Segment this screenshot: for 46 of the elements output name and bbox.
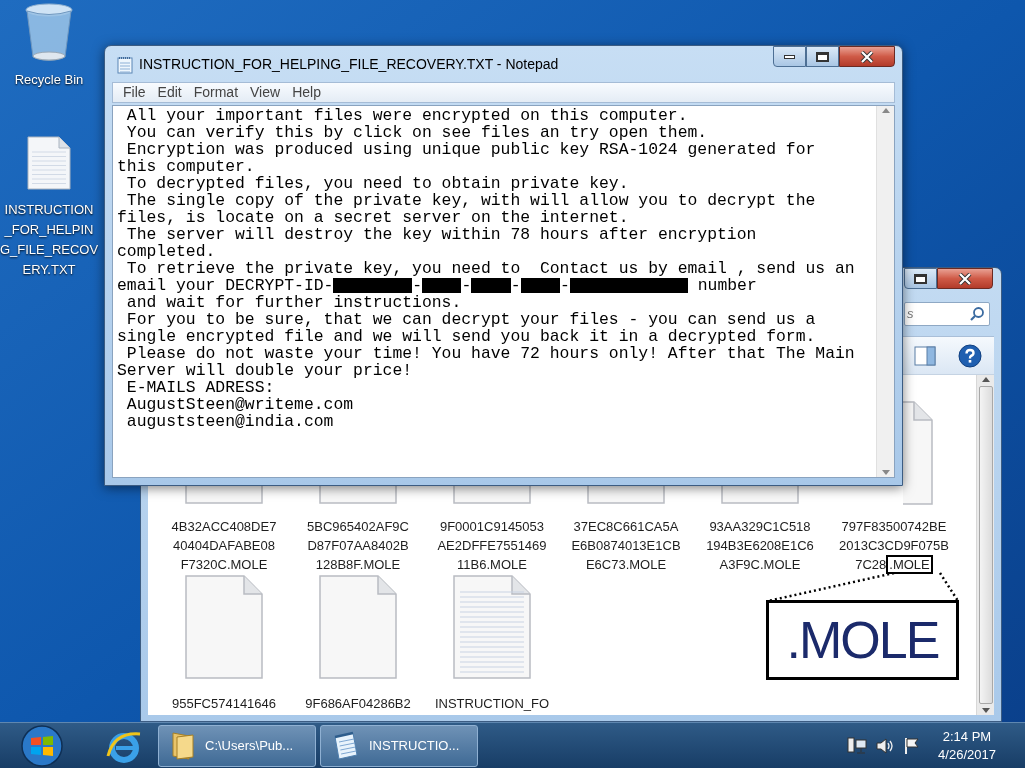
note-text: completed.	[117, 243, 216, 260]
menu-item[interactable]: Format	[187, 82, 245, 103]
taskbar-button[interactable]: C:\Users\Pub...	[158, 724, 316, 767]
note-text: auguststeen@india.com	[125, 413, 334, 430]
file-name[interactable]: 5BC965402AF9C D87F07AA8402B 128B8F.MOLE	[307, 517, 409, 574]
note-text: -	[510, 277, 521, 294]
magnified-text: .MOLE	[766, 600, 959, 680]
menu-item[interactable]: View	[244, 82, 287, 103]
note-text: AugustSteen@writeme.com	[125, 396, 354, 413]
note-text: To decrypted files, you need to obtain private key.	[125, 175, 629, 192]
desktop-icon-label[interactable]: INSTRUCTION _FOR_HELPIN G_FILE_RECOV ERY.TXT	[0, 200, 99, 280]
file-name[interactable]: 4B32ACC408DE7 40404DAFABE08 F7320C.MOLE	[171, 517, 277, 574]
note-text: number	[696, 277, 757, 294]
note-text: Encryption was produced using unique public key RSA-1024 generated for	[125, 141, 816, 158]
file-name[interactable]: 9F686AF04286B2	[305, 694, 411, 713]
note-text: To retrieve the private key, you need to Contact us by email , send us an	[125, 260, 855, 277]
note-text: and wait for further instructions.	[125, 294, 462, 311]
desktop-icon-label[interactable]: Recycle Bin	[14, 70, 84, 90]
note-text: All your important files were encrypted on this computer.	[125, 107, 688, 124]
note-text: -	[412, 277, 423, 294]
file-name[interactable]: 9F0001C9145053 AE2DFFE7551469 11B6.MOLE	[437, 517, 547, 574]
menu-item[interactable]: Edit	[151, 82, 188, 103]
file-name[interactable]: 797F83500742BE 2013C3CD9F075B 7C28 .MOLE	[839, 517, 949, 574]
file-name[interactable]: 37EC8C661CA5A E6B0874013E1CB E6C73.MOLE	[571, 517, 681, 574]
note-text: E-MAILS ADRESS:	[125, 379, 275, 396]
note-text: You can verify this by click on see files an try open them.	[125, 124, 708, 141]
note-text: For you to be sure, that we can decrypt your files - you can send us a	[125, 311, 816, 328]
menu-item[interactable]: File	[117, 82, 152, 103]
window-title: INSTRUCTION_FOR_HELPING_FILE_RECOVERY.TXT - Notepad	[139, 55, 559, 74]
note-text: The server will destroy the key within 78 hours after encryption	[125, 226, 757, 243]
note-text: The single copy of the private key, with will allow you to decrypt the	[125, 192, 816, 209]
note-text: this computer.	[117, 158, 255, 175]
note-text: files, is locate on a secret server on the internet.	[117, 209, 629, 226]
note-text: Server will double your price!	[117, 362, 413, 379]
note-text: Please do not waste your time! You have 72 hours only! After that The Main	[125, 345, 855, 362]
note-text: -	[559, 277, 570, 294]
file-name[interactable]: 93AA329C1C518 194B3E6208E1C6 A3F9C.MOLE	[706, 517, 814, 574]
note-text: single encrypted file and we will send you back it in a decrypted form.	[117, 328, 816, 345]
search-field[interactable]: s	[904, 302, 990, 326]
menu-item[interactable]: Help	[286, 82, 327, 103]
clock[interactable]: 2:14 PM 4/26/2017	[929, 727, 1005, 764]
note-text: -	[461, 277, 472, 294]
note-text: email your DECRYPT-ID-	[117, 277, 334, 294]
file-name[interactable]: INSTRUCTION_FO	[434, 694, 550, 713]
file-name[interactable]: 955FC574141646	[171, 694, 277, 713]
taskbar-button[interactable]: INSTRUCTIO...	[320, 724, 478, 767]
